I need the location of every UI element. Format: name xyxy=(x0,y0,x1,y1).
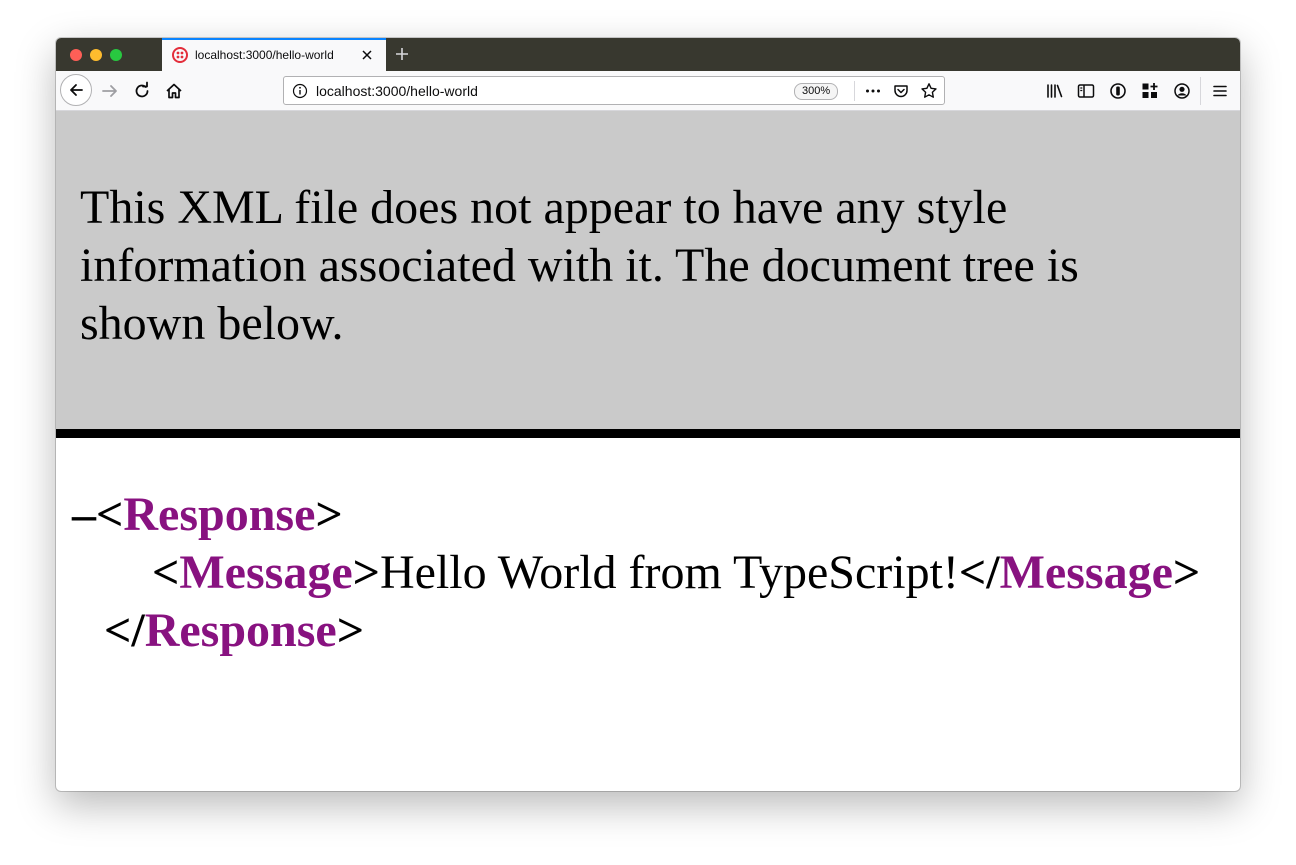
close-bracket: > xyxy=(1172,546,1201,599)
navigation-toolbar: localhost:3000/hello-world 300% xyxy=(56,71,1240,111)
page-actions-icon[interactable] xyxy=(864,82,882,100)
xml-info-banner: This XML file does not appear to have an… xyxy=(56,111,1240,438)
close-tab-icon[interactable] xyxy=(360,48,374,62)
extension-icon[interactable] xyxy=(1108,81,1128,101)
title-bar: localhost:3000/hello-world xyxy=(56,38,1240,71)
sidebar-icon[interactable] xyxy=(1076,81,1096,101)
message-tag-name: Message xyxy=(179,546,353,599)
close-bracket: > xyxy=(315,488,343,541)
url-bar-divider xyxy=(854,81,855,101)
forward-icon[interactable] xyxy=(100,81,120,101)
tree-line-message: <Message>Hello World from TypeScript!</M… xyxy=(152,544,1200,602)
hamburger-menu-icon[interactable] xyxy=(1210,81,1230,101)
twilio-favicon-icon xyxy=(172,47,188,63)
message-text: Hello World from TypeScript! xyxy=(380,546,959,599)
zoom-level-badge[interactable]: 300% xyxy=(794,83,839,100)
tree-line-response-open: –<Response> xyxy=(72,486,343,544)
new-tab-icon[interactable] xyxy=(394,46,410,62)
open-bracket: < xyxy=(96,488,124,541)
end-open-bracket: </ xyxy=(958,546,1000,599)
close-bracket: > xyxy=(352,546,380,599)
open-bracket: < xyxy=(152,546,180,599)
minimize-window-button[interactable] xyxy=(90,49,102,61)
message-end-tag-name: Message xyxy=(999,546,1173,599)
reload-icon[interactable] xyxy=(132,81,152,101)
info-icon[interactable] xyxy=(292,83,308,99)
tab-title: localhost:3000/hello-world xyxy=(195,48,334,62)
response-tag-name: Response xyxy=(123,488,316,541)
account-icon[interactable] xyxy=(1172,81,1192,101)
pocket-icon[interactable] xyxy=(892,82,910,100)
response-end-tag-name: Response xyxy=(144,604,337,657)
maximize-window-button[interactable] xyxy=(110,49,122,61)
tab-active[interactable]: localhost:3000/hello-world xyxy=(162,38,386,71)
end-open-bracket: </ xyxy=(104,604,145,657)
url-bar[interactable]: localhost:3000/hello-world 300% xyxy=(283,76,945,105)
library-icon[interactable] xyxy=(1045,81,1065,101)
toolbar-divider xyxy=(1200,77,1201,105)
back-button[interactable] xyxy=(60,74,92,106)
collapse-toggle[interactable]: – xyxy=(72,488,96,541)
tree-line-response-close: </Response> xyxy=(104,602,364,660)
browser-window: localhost:3000/hello-world localhost:300… xyxy=(56,38,1240,791)
home-icon[interactable] xyxy=(164,81,184,101)
close-bracket: > xyxy=(336,604,365,657)
xml-info-message: This XML file does not appear to have an… xyxy=(80,181,1079,350)
close-window-button[interactable] xyxy=(70,49,82,61)
extension-grid-icon[interactable] xyxy=(1140,81,1160,101)
arrow-left-icon xyxy=(70,84,83,96)
bookmark-star-icon[interactable] xyxy=(920,82,938,100)
url-text[interactable]: localhost:3000/hello-world xyxy=(316,83,478,99)
